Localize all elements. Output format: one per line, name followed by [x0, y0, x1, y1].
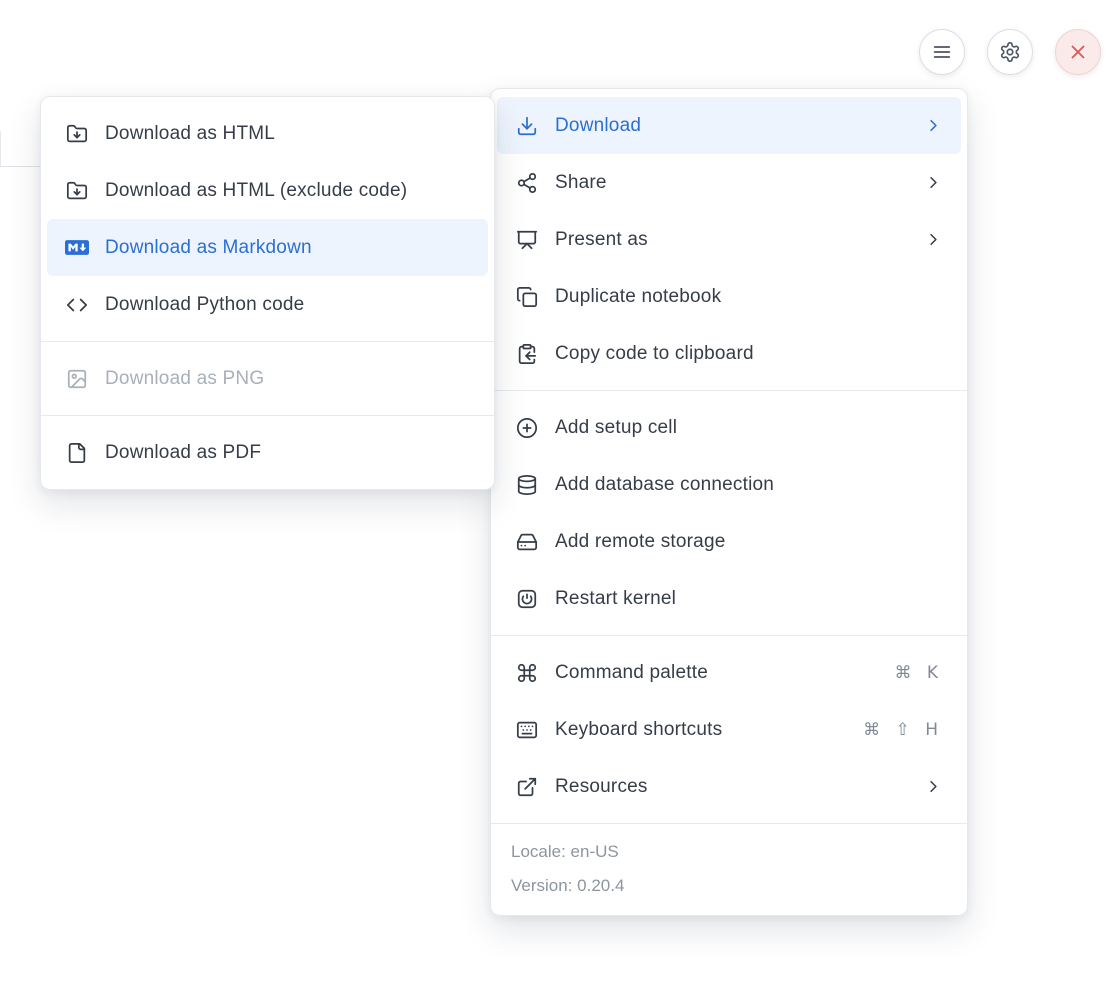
clipboard-copy-icon: [515, 342, 539, 366]
database-icon: [515, 473, 539, 497]
menu-item-label: Keyboard shortcuts: [555, 719, 847, 741]
menu-item-keyboard-shortcuts[interactable]: Keyboard shortcuts ⌘ ⇧ H: [497, 701, 961, 758]
version-text: Version: 0.20.4: [511, 869, 947, 903]
menu-separator: [491, 635, 967, 636]
background-cell-edge: [0, 131, 40, 167]
file-icon: [65, 441, 89, 465]
submenu-item-download-png[interactable]: Download as PNG: [47, 350, 488, 407]
menu-item-label: Duplicate notebook: [555, 286, 943, 308]
menu-separator: [41, 415, 494, 416]
menu-item-label: Copy code to clipboard: [555, 343, 943, 365]
menu-separator: [41, 341, 494, 342]
menu-item-label: Download Python code: [105, 294, 470, 316]
submenu-item-download-python-code[interactable]: Download Python code: [47, 276, 488, 333]
external-link-icon: [515, 775, 539, 799]
hard-drive-icon: [515, 530, 539, 554]
menu-item-resources[interactable]: Resources: [497, 758, 961, 815]
menu-item-duplicate-notebook[interactable]: Duplicate notebook: [497, 268, 961, 325]
hamburger-icon: [931, 41, 953, 63]
menu-item-add-setup-cell[interactable]: Add setup cell: [497, 399, 961, 456]
notebook-actions-menu: Download Share Present as: [490, 88, 968, 916]
menu-item-label: Command palette: [555, 662, 878, 684]
submenu-item-download-markdown[interactable]: Download as Markdown: [47, 219, 488, 276]
locale-text: Locale: en-US: [511, 835, 947, 869]
menu-item-share[interactable]: Share: [497, 154, 961, 211]
download-icon: [515, 114, 539, 138]
markdown-icon: [65, 236, 89, 260]
menu-item-label: Download as HTML (exclude code): [105, 180, 470, 202]
close-icon: [1067, 41, 1089, 63]
menu-separator: [491, 390, 967, 391]
menu-item-label: Download: [555, 115, 908, 137]
power-icon: [515, 587, 539, 611]
settings-button[interactable]: [987, 29, 1033, 75]
keyboard-icon: [515, 718, 539, 742]
folder-down-icon: [65, 179, 89, 203]
menu-item-label: Add remote storage: [555, 531, 943, 553]
chevron-right-icon: [924, 173, 943, 192]
chevron-right-icon: [924, 116, 943, 135]
shortcut-text: ⌘ ⇧ H: [863, 720, 943, 740]
menu-item-label: Resources: [555, 776, 908, 798]
submenu-item-download-html[interactable]: Download as HTML: [47, 105, 488, 162]
menu-item-label: Download as PNG: [105, 368, 470, 390]
menu-item-label: Download as HTML: [105, 123, 470, 145]
menu-item-restart-kernel[interactable]: Restart kernel: [497, 570, 961, 627]
presentation-icon: [515, 228, 539, 252]
menu-item-label: Share: [555, 172, 908, 194]
menu-item-copy-code[interactable]: Copy code to clipboard: [497, 325, 961, 382]
menu-item-label: Add database connection: [555, 474, 943, 496]
menu-item-label: Add setup cell: [555, 417, 943, 439]
menu-item-add-remote-storage[interactable]: Add remote storage: [497, 513, 961, 570]
menu-item-add-database-connection[interactable]: Add database connection: [497, 456, 961, 513]
menu-item-present-as[interactable]: Present as: [497, 211, 961, 268]
menu-item-download[interactable]: Download: [497, 97, 961, 154]
menu-item-command-palette[interactable]: Command palette ⌘ K: [497, 644, 961, 701]
close-button[interactable]: [1055, 29, 1101, 75]
share-icon: [515, 171, 539, 195]
menu-item-label: Download as PDF: [105, 442, 470, 464]
gear-icon: [999, 41, 1021, 63]
shortcut-text: ⌘ K: [894, 663, 943, 683]
image-icon: [65, 367, 89, 391]
menu-footer: Locale: en-US Version: 0.20.4: [491, 823, 967, 915]
duplicate-icon: [515, 285, 539, 309]
chevron-right-icon: [924, 230, 943, 249]
menu-item-label: Restart kernel: [555, 588, 943, 610]
menu-item-label: Present as: [555, 229, 908, 251]
folder-down-icon: [65, 122, 89, 146]
notebook-screen: Download Share Present as: [0, 0, 1118, 984]
menu-item-label: Download as Markdown: [105, 237, 470, 259]
code-icon: [65, 293, 89, 317]
download-submenu: Download as HTML Download as HTML (exclu…: [40, 96, 495, 490]
submenu-item-download-pdf[interactable]: Download as PDF: [47, 424, 488, 481]
chevron-right-icon: [924, 777, 943, 796]
submenu-item-download-html-exclude-code[interactable]: Download as HTML (exclude code): [47, 162, 488, 219]
command-icon: [515, 661, 539, 685]
notebook-menu-button[interactable]: [919, 29, 965, 75]
circle-plus-icon: [515, 416, 539, 440]
